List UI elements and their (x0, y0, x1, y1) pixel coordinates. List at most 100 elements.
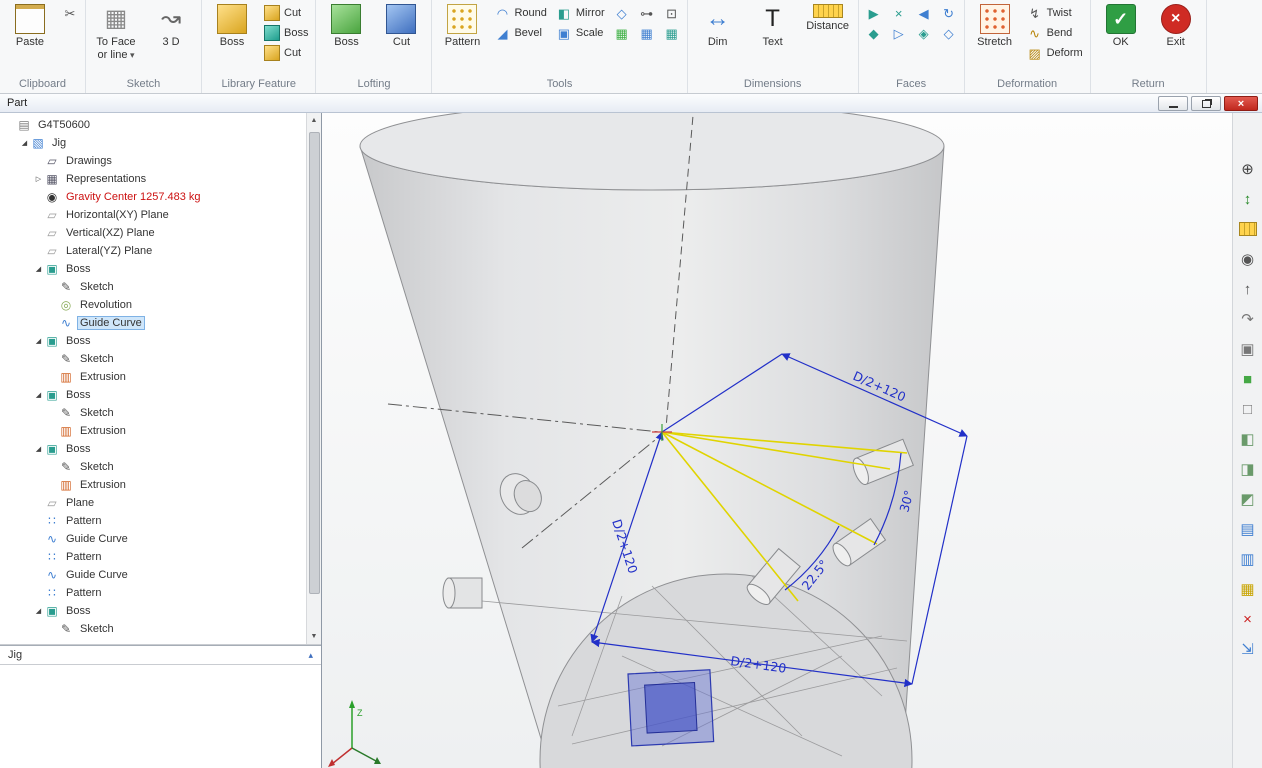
diamond-button[interactable]: ◇ (612, 4, 632, 22)
face-offset-button[interactable]: ◆ (864, 24, 884, 42)
tree-item-g4t50600[interactable]: ▤G4T50600 (0, 116, 306, 134)
ribbon-button-boss[interactable]: Boss (321, 2, 371, 51)
ribbon-button-deform[interactable]: ▨Deform (1025, 44, 1085, 62)
bottom-panel-header[interactable]: Jig ▴ (0, 645, 321, 665)
ribbon-button-3-d[interactable]: ↝3 D (146, 2, 196, 51)
ribbon-button-text[interactable]: TText (748, 2, 798, 51)
key-button[interactable]: ⊶ (637, 4, 657, 22)
expander-open-icon[interactable]: ◢ (32, 607, 45, 615)
tree-item-guide-curve[interactable]: ∿Guide Curve (0, 566, 306, 584)
fit-height-button[interactable]: ↕ (1237, 189, 1259, 209)
scrollbar-thumb[interactable] (309, 132, 320, 594)
tree-item-boss[interactable]: ◢▣Boss (0, 602, 306, 620)
pin-button[interactable]: ⊕ (1237, 159, 1259, 179)
expander-open-icon[interactable]: ◢ (18, 139, 31, 147)
tree-item-lateral-yz-plane[interactable]: ▱Lateral(YZ) Plane (0, 242, 306, 260)
ribbon-button-ok[interactable]: ✓OK (1096, 2, 1146, 51)
ribbon-button-exit[interactable]: ×Exit (1151, 2, 1201, 51)
front-view-button[interactable]: ◨ (1237, 459, 1259, 479)
tree-item-boss[interactable]: ◢▣Boss (0, 440, 306, 458)
grid-green-button[interactable]: ▦ (612, 24, 632, 42)
ribbon-button-cut[interactable]: Cut (262, 4, 310, 22)
delete-button[interactable]: × (1237, 609, 1259, 629)
ribbon-button-round[interactable]: ◠Round (492, 4, 548, 22)
scissors-button[interactable]: ✂ (60, 4, 80, 22)
tree-item-drawings[interactable]: ▱Drawings (0, 152, 306, 170)
solid-cube-button[interactable]: ■ (1237, 369, 1259, 389)
tree-item-pattern[interactable]: ∷Pattern (0, 584, 306, 602)
snap-circle-button[interactable]: ◉ (1237, 249, 1259, 269)
tree-item-vertical-xz-plane[interactable]: ▱Vertical(XZ) Plane (0, 224, 306, 242)
tree-item-boss[interactable]: ◢▣Boss (0, 332, 306, 350)
top-view-button[interactable]: ◧ (1237, 429, 1259, 449)
restore-button[interactable] (1191, 96, 1221, 111)
tree-item-jig[interactable]: ◢▧Jig (0, 134, 306, 152)
ribbon-button-distance[interactable]: Distance (803, 2, 853, 35)
tree-item-sketch[interactable]: ✎Sketch (0, 404, 306, 422)
face-delete-button[interactable]: × (889, 4, 909, 22)
ribbon-button-stretch[interactable]: Stretch (970, 2, 1020, 51)
expander-open-icon[interactable]: ◢ (32, 265, 45, 273)
ribbon-button-boss[interactable]: Boss (207, 2, 257, 51)
ribbon-button-scale[interactable]: ▣Scale (554, 24, 607, 42)
tree-item-extrusion[interactable]: ▥Extrusion (0, 476, 306, 494)
minimize-button[interactable] (1158, 96, 1188, 111)
face-move-button[interactable]: ▶ (864, 4, 884, 22)
iso-view-button[interactable]: ◩ (1237, 489, 1259, 509)
face-rotate-button[interactable]: ↻ (939, 4, 959, 22)
face-split-button[interactable]: ◇ (939, 24, 959, 42)
ribbon-button-dim[interactable]: ↔Dim (693, 2, 743, 51)
expander-open-icon[interactable]: ◢ (32, 337, 45, 345)
expander-open-icon[interactable]: ◢ (32, 391, 45, 399)
wire-cube-button[interactable]: □ (1237, 399, 1259, 419)
ribbon-button-pattern[interactable]: Pattern (437, 2, 487, 51)
tree-item-sketch[interactable]: ✎Sketch (0, 620, 306, 638)
tree-item-pattern[interactable]: ∷Pattern (0, 512, 306, 530)
viewport-canvas[interactable]: D/2+120 D/2+120 D/2+120 30° 22.5° (322, 113, 1232, 768)
ribbon-button-twist[interactable]: ↯Twist (1025, 4, 1085, 22)
grid-teal-button[interactable]: ▦ (662, 24, 682, 42)
tree-item-boss[interactable]: ◢▣Boss (0, 260, 306, 278)
tree-item-sketch[interactable]: ✎Sketch (0, 350, 306, 368)
viewport-3d[interactable]: D/2+120 D/2+120 D/2+120 30° 22.5° (322, 113, 1232, 768)
tree-item-sketch[interactable]: ✎Sketch (0, 458, 306, 476)
expander-open-icon[interactable]: ◢ (32, 445, 45, 453)
close-button[interactable]: × (1224, 96, 1258, 111)
scroll-up-icon[interactable]: ▲ (311, 113, 318, 128)
tree-item-extrusion[interactable]: ▥Extrusion (0, 368, 306, 386)
layers-button[interactable]: ▤ (1237, 519, 1259, 539)
tree-item-extrusion[interactable]: ▥Extrusion (0, 422, 306, 440)
face-match-button[interactable]: ◈ (914, 24, 934, 42)
curve-button[interactable]: ↷ (1237, 309, 1259, 329)
ribbon-button-cut[interactable]: Cut (376, 2, 426, 51)
splitter-marker-icon[interactable]: ▴ (308, 650, 313, 661)
tree-item-boss[interactable]: ◢▣Boss (0, 386, 306, 404)
scroll-down-icon[interactable]: ▼ (311, 629, 318, 644)
ruler-button[interactable] (1237, 219, 1259, 239)
grid-blue-button[interactable]: ▦ (637, 24, 657, 42)
expander-closed-icon[interactable]: ▷ (32, 175, 45, 183)
tree-scrollbar[interactable]: ▲ ▼ (306, 113, 321, 644)
pan-button[interactable]: ⇲ (1237, 639, 1259, 659)
base-plate[interactable] (628, 670, 714, 746)
ribbon-button-mirror[interactable]: ◧Mirror (554, 4, 607, 22)
ribbon-button-boss[interactable]: Boss (262, 24, 310, 42)
tree-item-pattern[interactable]: ∷Pattern (0, 548, 306, 566)
lock-button[interactable]: ⊡ (662, 4, 682, 22)
tree-item-gravity-center-1257-483-kg[interactable]: ◉Gravity Center 1257.483 kg (0, 188, 306, 206)
tree-item-sketch[interactable]: ✎Sketch (0, 278, 306, 296)
tree-item-plane[interactable]: ▱Plane (0, 494, 306, 512)
drawer-button[interactable]: ▦ (1237, 579, 1259, 599)
face-replace-button[interactable]: ▷ (889, 24, 909, 42)
tree-item-guide-curve[interactable]: ∿Guide Curve (0, 530, 306, 548)
tree-item-horizontal-xy-plane[interactable]: ▱Horizontal(XY) Plane (0, 206, 306, 224)
view-orient-button[interactable]: ▣ (1237, 339, 1259, 359)
arrow-up-button[interactable]: ↑ (1237, 279, 1259, 299)
ribbon-button-bend[interactable]: ∿Bend (1025, 24, 1085, 42)
ribbon-button-bevel[interactable]: ◢Bevel (492, 24, 548, 42)
ribbon-button-cut[interactable]: Cut (262, 44, 310, 62)
ribbon-button-paste[interactable]: Paste (5, 2, 55, 51)
face-copy-button[interactable]: ◀ (914, 4, 934, 22)
tree-item-guide-curve[interactable]: ∿Guide Curve (0, 314, 306, 332)
notebook-button[interactable]: ▥ (1237, 549, 1259, 569)
